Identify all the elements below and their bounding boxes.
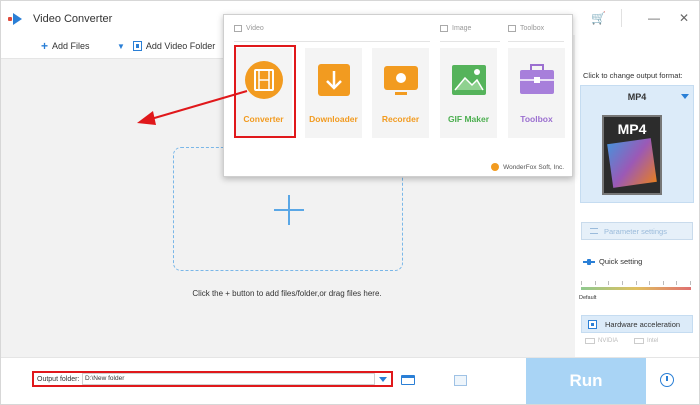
add-video-folder-label: Add Video Folder bbox=[145, 41, 216, 51]
add-files-label: Add Files bbox=[52, 41, 90, 51]
chevron-down-icon[interactable]: ▼ bbox=[117, 42, 125, 51]
recorder-tile[interactable]: Recorder bbox=[372, 48, 429, 138]
quality-slider-ticks bbox=[581, 281, 691, 285]
mp4-badge-text: MP4 bbox=[617, 121, 647, 137]
gpu-options: NVIDIA Intel bbox=[585, 338, 658, 344]
parameter-settings-button[interactable]: Parameter settings bbox=[581, 222, 693, 240]
gpu-option-label: NVIDIA bbox=[598, 338, 619, 344]
downloader-label: Downloader bbox=[309, 114, 358, 124]
format-name: MP4 bbox=[627, 92, 647, 102]
toolbox-category-icon bbox=[508, 25, 516, 32]
toolbox-label: Toolbox bbox=[520, 114, 553, 124]
minimize-button[interactable]: — bbox=[639, 1, 669, 35]
hardware-acceleration-toggle[interactable]: Hardware acceleration bbox=[581, 315, 693, 333]
output-format-selector[interactable]: MP4 MP4 bbox=[580, 85, 694, 203]
screen-recorder-icon bbox=[381, 60, 421, 100]
alarm-clock-icon[interactable] bbox=[660, 373, 674, 387]
run-button[interactable]: Run bbox=[526, 358, 646, 404]
drop-hint-text: Click the + button to add files/folder,o… bbox=[192, 289, 382, 298]
brand-footer: WonderFox Soft, Inc. bbox=[491, 163, 564, 171]
toolbox-tile[interactable]: Toolbox bbox=[508, 48, 565, 138]
nvidia-icon bbox=[585, 338, 595, 344]
merge-icon[interactable] bbox=[454, 375, 467, 386]
bottom-bar: Output folder: D:\New folder Run bbox=[1, 357, 699, 404]
gif-maker-label: GIF Maker bbox=[447, 114, 490, 124]
add-plus-icon-vertical bbox=[288, 195, 290, 225]
output-format-panel: Click to change output format: MP4 MP4 P… bbox=[575, 35, 699, 357]
image-category-icon bbox=[440, 25, 448, 32]
gpu-option-label: Intel bbox=[647, 338, 659, 344]
add-video-folder-button[interactable]: ▼ Add Video Folder bbox=[117, 41, 215, 51]
downloader-tile[interactable]: Downloader bbox=[305, 48, 362, 138]
category-video: Video bbox=[234, 25, 264, 32]
wonderfox-logo-icon bbox=[491, 163, 500, 171]
cart-icon[interactable]: 🛒 bbox=[591, 11, 606, 25]
video-category-icon bbox=[234, 25, 242, 32]
brand-text: WonderFox Soft, Inc. bbox=[503, 163, 564, 171]
chevron-down-icon[interactable] bbox=[379, 376, 387, 382]
slider-default-label: Default bbox=[579, 295, 597, 301]
mp4-format-icon: MP4 bbox=[602, 115, 662, 195]
gif-maker-tile[interactable]: GIF Maker bbox=[440, 48, 497, 138]
quick-setting-row: Quick setting bbox=[583, 257, 642, 266]
output-folder-label: Output folder: bbox=[37, 375, 80, 383]
quality-slider[interactable] bbox=[581, 287, 691, 290]
category-label: Image bbox=[452, 25, 472, 32]
category-toolbox: Toolbox bbox=[508, 25, 544, 32]
app-logo-icon bbox=[8, 13, 22, 25]
category-label: Toolbox bbox=[520, 25, 545, 32]
chevron-down-icon[interactable] bbox=[681, 94, 689, 99]
parameter-settings-label: Parameter settings bbox=[604, 226, 667, 236]
close-button[interactable]: ✕ bbox=[669, 1, 699, 35]
gpu-option-intel[interactable]: Intel bbox=[634, 338, 658, 344]
plus-icon: + bbox=[41, 39, 49, 53]
category-divider bbox=[440, 41, 500, 42]
download-icon bbox=[314, 60, 354, 100]
settings-sliders-icon bbox=[590, 228, 598, 234]
toolbox-icon bbox=[517, 60, 557, 100]
folder-icon bbox=[132, 41, 142, 51]
add-files-button[interactable]: + Add Files bbox=[41, 39, 90, 53]
change-format-label: Click to change output format: bbox=[583, 71, 683, 80]
quick-setting-label: Quick setting bbox=[599, 257, 643, 266]
window-controls: — ✕ bbox=[639, 1, 699, 35]
app-title: Video Converter bbox=[33, 13, 113, 25]
intel-icon bbox=[634, 338, 645, 344]
checkbox-icon[interactable] bbox=[588, 319, 597, 329]
hardware-acceleration-label: Hardware acceleration bbox=[605, 319, 681, 329]
image-landscape-icon bbox=[449, 60, 489, 100]
converter-highlight bbox=[234, 45, 296, 138]
recorder-label: Recorder bbox=[381, 114, 420, 124]
category-image: Image bbox=[440, 25, 471, 32]
category-label: Video bbox=[246, 25, 264, 32]
category-divider bbox=[234, 41, 430, 42]
video-artwork bbox=[607, 138, 657, 188]
output-folder-input[interactable]: D:\New folder bbox=[82, 373, 375, 385]
slider-icon bbox=[583, 258, 595, 265]
gpu-option-nvidia[interactable]: NVIDIA bbox=[585, 338, 618, 344]
output-folder-field: Output folder: D:\New folder bbox=[32, 371, 393, 387]
app-window: Video Converter 🛒 — ✕ + Add Files ▼ Add … bbox=[0, 0, 700, 405]
open-folder-icon[interactable] bbox=[401, 375, 415, 385]
category-row: Video Image Toolbox bbox=[224, 25, 572, 42]
title-separator bbox=[621, 9, 622, 27]
category-divider bbox=[508, 41, 564, 42]
